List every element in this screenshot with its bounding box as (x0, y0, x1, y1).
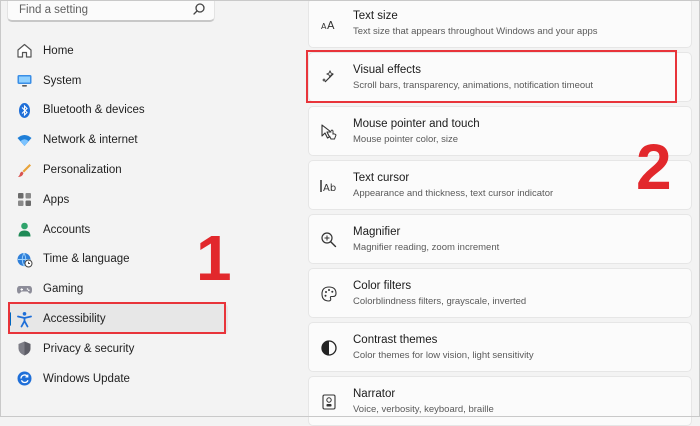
card-subtitle: Scroll bars, transparency, animations, n… (353, 80, 594, 91)
globe-clock-icon (15, 250, 33, 268)
magnifier-icon (319, 230, 339, 250)
sidebar-item-system[interactable]: System (8, 66, 228, 96)
sidebar-item-label: Windows Update (43, 372, 130, 385)
search-box[interactable] (7, 0, 215, 22)
card-mouse-pointer-touch[interactable]: Mouse pointer and touch Mouse pointer co… (308, 106, 692, 156)
paintbrush-icon (15, 161, 33, 179)
bluetooth-icon (15, 101, 33, 119)
contrast-icon (319, 338, 339, 358)
gamepad-icon (15, 280, 33, 298)
card-text-size[interactable]: AA Text size Text size that appears thro… (308, 0, 692, 48)
card-subtitle: Colorblindness filters, grayscale, inver… (353, 296, 527, 307)
sidebar-item-label: Network & internet (43, 134, 138, 147)
wifi-icon (15, 131, 33, 149)
card-title: Color filters (353, 280, 412, 292)
palette-icon (319, 284, 339, 304)
card-visual-effects[interactable]: Visual effects Scroll bars, transparency… (308, 52, 692, 102)
sidebar-item-label: System (43, 74, 82, 87)
sidebar-item-label: Bluetooth & devices (43, 104, 145, 117)
card-title: Contrast themes (353, 334, 438, 346)
card-title: Magnifier (353, 226, 401, 238)
sidebar-item-label: Home (43, 44, 74, 57)
shield-icon (15, 340, 33, 358)
sidebar-item-home[interactable]: Home (8, 36, 228, 66)
apps-icon (15, 191, 33, 209)
accessibility-icon (15, 310, 33, 328)
sidebar-item-gaming[interactable]: Gaming (8, 274, 228, 304)
sidebar-item-label: Privacy & security (43, 342, 135, 355)
sidebar-item-time-language[interactable]: Time & language (8, 245, 228, 275)
sidebar-item-label: Gaming (43, 283, 84, 296)
visual-effects-icon (319, 68, 339, 88)
sidebar-item-privacy-security[interactable]: Privacy & security (8, 334, 228, 364)
text-cursor-icon: Ab (319, 176, 339, 196)
card-color-filters[interactable]: Color filters Colorblindness filters, gr… (308, 268, 692, 318)
card-subtitle: Text size that appears throughout Window… (353, 26, 598, 37)
sidebar-item-network[interactable]: Network & internet (8, 125, 228, 155)
search-input[interactable] (17, 1, 191, 19)
settings-content: AA Text size Text size that appears thro… (308, 0, 693, 426)
sidebar-item-apps[interactable]: Apps (8, 185, 228, 215)
sidebar-item-accessibility[interactable]: Accessibility (8, 304, 228, 334)
person-icon (15, 221, 33, 239)
card-title: Narrator (353, 388, 396, 400)
sidebar-item-label: Apps (43, 193, 70, 206)
card-title: Text size (353, 10, 398, 22)
sidebar-item-label: Accessibility (43, 313, 106, 326)
card-subtitle: Magnifier reading, zoom increment (353, 242, 500, 253)
sidebar-item-label: Accounts (43, 223, 91, 236)
card-title: Mouse pointer and touch (353, 118, 480, 130)
card-magnifier[interactable]: Magnifier Magnifier reading, zoom increm… (308, 214, 692, 264)
card-title: Text cursor (353, 172, 410, 184)
mouse-pointer-icon (319, 122, 339, 142)
card-narrator[interactable]: Narrator Voice, verbosity, keyboard, bra… (308, 376, 692, 426)
sidebar-item-personalization[interactable]: Personalization (8, 155, 228, 185)
sidebar-item-accounts[interactable]: Accounts (8, 215, 228, 245)
sidebar: Home System Bluetooth & devices Network … (0, 0, 300, 417)
svg-text:Ab: Ab (323, 183, 336, 194)
narrator-icon (319, 392, 339, 412)
sidebar-item-windows-update[interactable]: Windows Update (8, 364, 228, 394)
card-subtitle: Color themes for low vision, light sensi… (353, 350, 534, 361)
sidebar-item-bluetooth[interactable]: Bluetooth & devices (8, 96, 228, 126)
card-title: Visual effects (353, 64, 421, 76)
search-icon[interactable] (192, 2, 206, 16)
home-icon (15, 42, 33, 60)
card-subtitle: Voice, verbosity, keyboard, braille (353, 404, 494, 415)
sidebar-item-label: Personalization (43, 164, 122, 177)
update-icon (15, 370, 33, 388)
svg-text:A: A (327, 19, 335, 32)
card-subtitle: Mouse pointer color, size (353, 134, 459, 145)
card-text-cursor[interactable]: Ab Text cursor Appearance and thickness,… (308, 160, 692, 210)
step-number-2: 2 (636, 131, 672, 203)
sidebar-item-label: Time & language (43, 253, 130, 266)
monitor-icon (15, 72, 33, 90)
text-size-icon: AA (319, 14, 339, 34)
step-number-1: 1 (196, 222, 232, 294)
nav-list: Home System Bluetooth & devices Network … (8, 36, 228, 394)
card-contrast-themes[interactable]: Contrast themes Color themes for low vis… (308, 322, 692, 372)
card-subtitle: Appearance and thickness, text cursor in… (353, 188, 554, 199)
